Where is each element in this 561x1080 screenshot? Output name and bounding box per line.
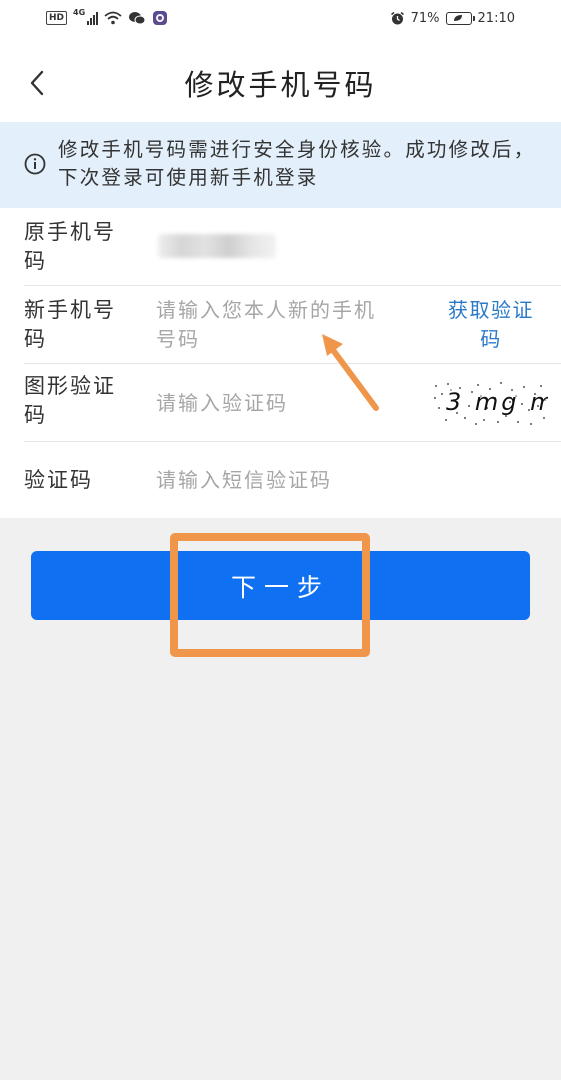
- network-type: 4G: [73, 7, 86, 17]
- info-icon: [24, 153, 46, 175]
- status-time: 21:10: [477, 11, 515, 26]
- status-right: 71% 21:10: [390, 11, 515, 26]
- annotation-highlight-box: [170, 533, 370, 657]
- get-code-button[interactable]: 获取验证码: [438, 296, 544, 354]
- wifi-icon: [104, 11, 122, 25]
- annotation-arrow-icon: [322, 334, 379, 411]
- sms-code-input[interactable]: 请输入短信验证码: [156, 466, 416, 495]
- hd-badge: HD: [46, 11, 68, 25]
- alarm-icon: [390, 11, 404, 25]
- captcha-label: 图形验证码: [24, 374, 116, 427]
- status-bar: HD 4G 71% 21:10: [0, 0, 561, 44]
- captcha-image[interactable]: 3 mg m: [432, 380, 548, 426]
- sms-code-row: 验证码 请输入短信验证码: [0, 442, 561, 520]
- notice-text: 修改手机号码需进行安全身份核验。成功修改后，下次登录可使用新手机登录: [58, 138, 536, 189]
- new-phone-row: 新手机号码 请输入您本人新的手机号码 获取验证码: [0, 286, 561, 364]
- battery-icon: [445, 12, 475, 25]
- original-phone-value-blurred: [158, 234, 276, 258]
- new-phone-label: 新手机号码: [24, 298, 116, 351]
- page-title: 修改手机号码: [184, 68, 377, 102]
- app-icon: [153, 11, 168, 25]
- original-phone-label: 原手机号码: [24, 220, 116, 273]
- captcha-text: 3 mg m: [446, 388, 548, 416]
- signal-icon: [87, 11, 99, 25]
- wechat-icon: [129, 12, 146, 25]
- original-phone-row: 原手机号码: [0, 208, 561, 286]
- status-left: HD 4G: [46, 7, 168, 26]
- captcha-row: 图形验证码 请输入验证码 3 mg m: [0, 364, 561, 442]
- sms-code-label: 验证码: [24, 468, 93, 492]
- header: 修改手机号码: [0, 44, 561, 122]
- phone-change-form: 原手机号码 新手机号码 请输入您本人新的手机号码 获取验证码 图形验证码 请输入…: [0, 208, 561, 518]
- battery-percent: 71%: [410, 11, 440, 26]
